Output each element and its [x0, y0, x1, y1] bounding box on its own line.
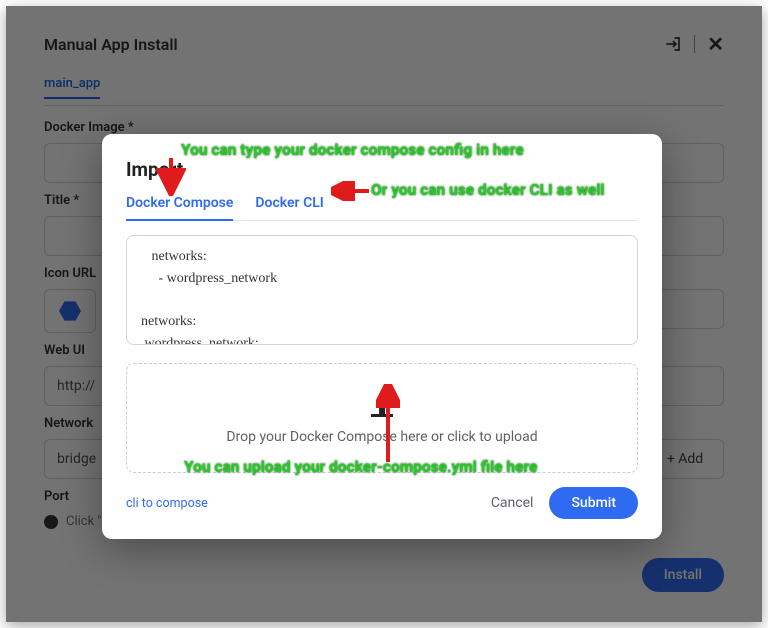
import-title: Import — [126, 158, 638, 181]
compose-textarea[interactable] — [126, 235, 638, 345]
import-tabs: Docker Compose Docker CLI — [126, 195, 638, 221]
tab-docker-compose[interactable]: Docker Compose — [126, 195, 233, 221]
upload-icon-underline — [371, 414, 393, 417]
submit-button[interactable]: Submit — [549, 487, 638, 519]
cli-to-compose-link[interactable]: cli to compose — [126, 496, 208, 511]
import-dialog: Import Docker Compose Docker CLI ⬆ Drop … — [102, 134, 662, 539]
upload-icon: ⬆ — [371, 392, 393, 422]
compose-drop-zone[interactable]: ⬆ Drop your Docker Compose here or click… — [126, 363, 638, 473]
tab-docker-cli[interactable]: Docker CLI — [255, 195, 323, 220]
drop-zone-text: Drop your Docker Compose here or click t… — [226, 429, 537, 445]
cancel-button[interactable]: Cancel — [475, 487, 550, 519]
